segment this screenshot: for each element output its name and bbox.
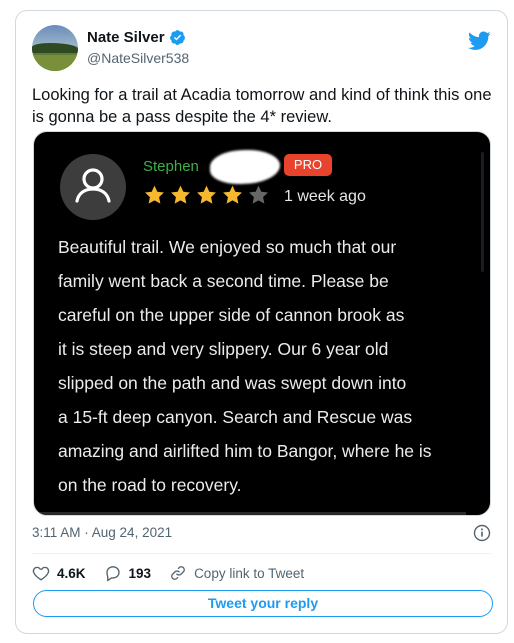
reviewer-avatar — [60, 154, 126, 220]
like-count: 4.6K — [57, 565, 86, 581]
star-filled-icon — [197, 185, 216, 204]
like-button[interactable]: 4.6K — [32, 564, 86, 582]
user-icon — [75, 168, 111, 203]
star-empty-icon — [249, 185, 268, 204]
review-scrollbar — [481, 152, 484, 272]
tweet-actions: 4.6K 193 Copy link to Tweet — [32, 562, 491, 584]
twitter-bird-icon[interactable] — [468, 31, 491, 51]
tweet-text: Looking for a trail at Acadia tomorrow a… — [32, 86, 492, 126]
redaction-blob — [210, 150, 280, 184]
star-rating — [143, 184, 270, 206]
pro-badge: PRO — [284, 154, 332, 176]
review-time: 1 week ago — [284, 188, 366, 205]
review-body: Beautiful trail. We enjoyed so much that… — [58, 237, 432, 495]
review-divider — [34, 512, 466, 515]
star-filled-icon — [171, 185, 190, 204]
author-info[interactable]: Nate Silver @NateSilver538 — [87, 28, 189, 68]
tweet-your-reply-button[interactable]: Tweet your reply — [33, 590, 493, 617]
link-icon — [171, 566, 185, 580]
comment-icon — [105, 566, 120, 582]
verified-badge-icon — [169, 30, 185, 45]
reply-button[interactable]: 193 — [104, 564, 152, 582]
star-filled-icon — [145, 185, 164, 204]
reviewer-name: Stephen — [143, 158, 199, 175]
author-display-name[interactable]: Nate Silver — [87, 28, 165, 47]
star-filled-icon — [223, 185, 242, 204]
tweet-card: Nate Silver @NateSilver538 Looking for a… — [15, 10, 508, 634]
author-handle[interactable]: @NateSilver538 — [87, 48, 189, 68]
review-screenshot[interactable]: Stephen PRO 1 week ago Beautiful trail. … — [33, 131, 491, 516]
info-icon[interactable] — [473, 524, 491, 542]
tweet-header: Nate Silver @NateSilver538 — [32, 25, 491, 73]
author-avatar[interactable] — [32, 25, 78, 71]
reply-count: 193 — [128, 565, 152, 581]
actions-divider — [32, 553, 491, 554]
copy-link-label: Copy link to Tweet — [194, 565, 305, 581]
tweet-timestamp[interactable]: 3:11 AM · Aug 24, 2021 — [32, 525, 172, 540]
heart-icon — [32, 566, 50, 581]
copy-link-button[interactable]: Copy link to Tweet — [169, 564, 304, 582]
